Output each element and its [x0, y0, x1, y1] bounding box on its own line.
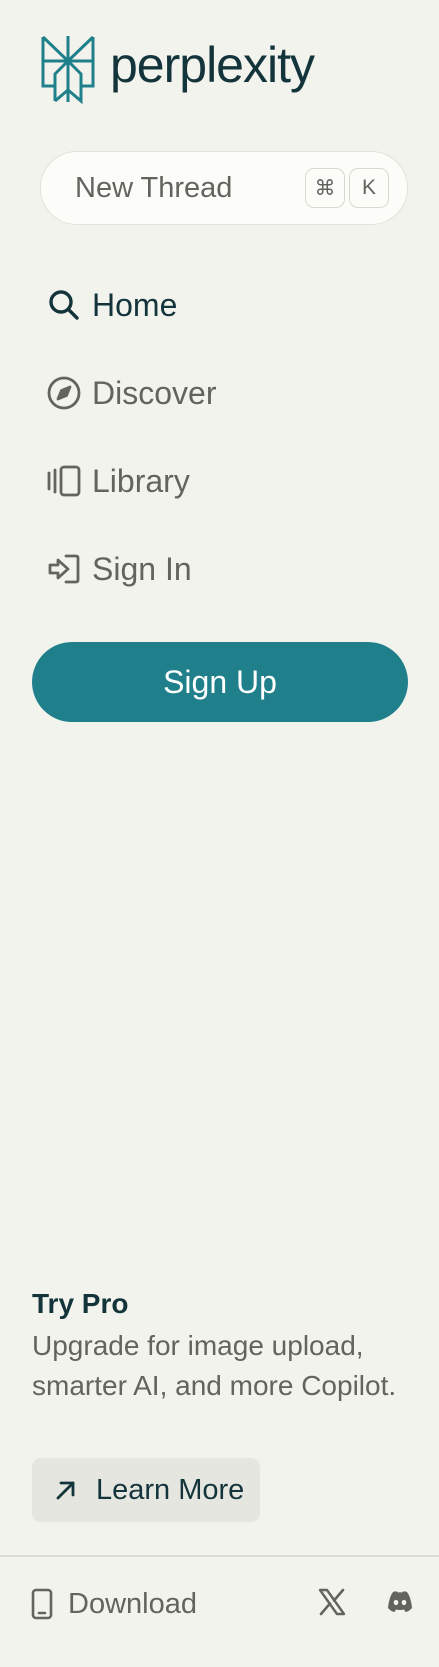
download-label: Download	[68, 1587, 197, 1620]
learn-more-label: Learn More	[96, 1473, 245, 1506]
nav-item-label: Home	[92, 286, 178, 323]
nav-item-discover[interactable]: Discover	[44, 366, 216, 420]
sign-in-icon	[44, 549, 84, 589]
shortcut-key-cmd: ⌘	[305, 168, 345, 208]
new-thread-label: New Thread	[75, 171, 233, 204]
discord-link[interactable]	[382, 1584, 418, 1620]
perplexity-logo-icon	[41, 35, 95, 104]
shortcut-key-k: K	[349, 168, 389, 208]
search-icon	[44, 285, 84, 325]
phone-icon	[31, 1588, 53, 1620]
footer-divider	[0, 1555, 439, 1557]
library-icon	[44, 461, 84, 501]
x-link[interactable]	[314, 1584, 350, 1620]
nav-item-label: Sign In	[92, 550, 192, 587]
logo[interactable]: perplexity	[38, 34, 315, 104]
download-link[interactable]: Download	[28, 1580, 197, 1628]
try-pro-title: Try Pro	[32, 1288, 129, 1319]
nav-item-sign-in[interactable]: Sign In	[44, 542, 192, 596]
sidebar: perplexity New Thread ⌘ K Home Discover	[0, 0, 439, 1667]
try-pro-description: Upgrade for image upload, smarter AI, an…	[32, 1330, 397, 1401]
sign-up-button[interactable]: Sign Up	[32, 642, 408, 722]
nav-item-home[interactable]: Home	[44, 278, 177, 332]
new-thread-button[interactable]: New Thread ⌘ K	[40, 151, 408, 225]
nav-item-label: Library	[92, 462, 190, 499]
nav-item-label: Discover	[92, 374, 217, 411]
compass-icon	[44, 373, 84, 413]
brand-name: perplexity	[110, 37, 315, 93]
arrow-up-right-icon	[56, 1481, 75, 1500]
x-icon	[318, 1588, 346, 1616]
learn-more-button[interactable]: Learn More	[32, 1458, 260, 1522]
nav-item-library[interactable]: Library	[44, 454, 190, 508]
discord-icon	[388, 1591, 412, 1612]
